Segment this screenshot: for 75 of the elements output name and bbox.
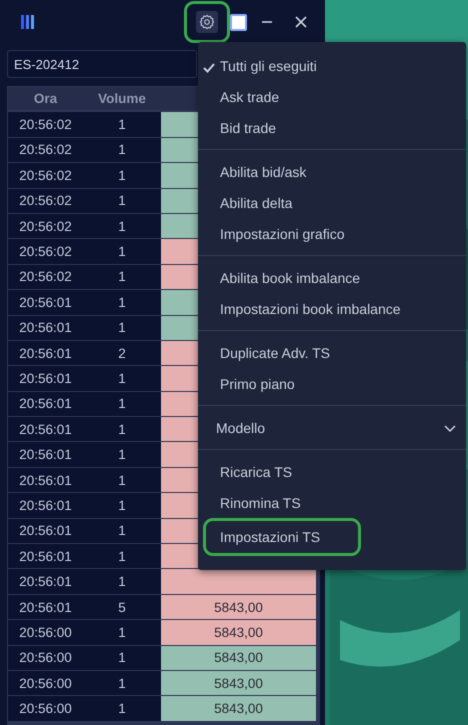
table-cell: 20:56:02 bbox=[8, 188, 83, 213]
table-cell: 1 bbox=[83, 138, 161, 162]
table-cell: 1 bbox=[83, 214, 161, 238]
table-cell: 1 bbox=[83, 518, 161, 544]
table-cell: 20:56:02 bbox=[8, 138, 83, 162]
table-cell: 1 bbox=[83, 188, 161, 213]
table-cell: 1 bbox=[83, 290, 161, 315]
menu-item[interactable]: Impostazioni book imbalance bbox=[198, 293, 466, 324]
table-cell: 20:56:01 bbox=[8, 392, 83, 416]
table-cell: 1 bbox=[83, 239, 161, 264]
menu-item[interactable]: Modello bbox=[198, 412, 466, 443]
table-cell: 1 bbox=[83, 569, 161, 594]
table-cell: 1 bbox=[83, 646, 161, 670]
table-cell: 1 bbox=[83, 316, 161, 340]
table-cell: 20:56:00 bbox=[8, 620, 83, 645]
table-cell: 20:56:02 bbox=[8, 239, 83, 264]
settings-icon bbox=[199, 14, 215, 30]
price-cell: 5843,00 bbox=[161, 594, 316, 620]
table-cell: 1 bbox=[83, 264, 161, 290]
table-cell: 20:56:01 bbox=[8, 442, 83, 467]
table-cell: 20:56:02 bbox=[8, 163, 83, 188]
table-cell: 1 bbox=[83, 366, 161, 391]
column-header: Ora bbox=[8, 87, 83, 110]
table-cell: 1 bbox=[83, 696, 161, 721]
table-cell: 20:56:00 bbox=[8, 646, 83, 670]
menu-item[interactable]: Abilita delta bbox=[198, 187, 466, 218]
square-icon[interactable] bbox=[230, 14, 247, 30]
table-cell: 1 bbox=[83, 442, 161, 467]
logo-icon bbox=[20, 15, 36, 29]
table-cell: 1 bbox=[83, 163, 161, 188]
settings-button[interactable] bbox=[196, 11, 218, 33]
table-cell: 20:56:02 bbox=[8, 214, 83, 238]
table-cell: 20:56:02 bbox=[8, 264, 83, 290]
price-cell: 5843,00 bbox=[161, 670, 316, 696]
menu-item[interactable]: Tutti gli eseguiti bbox=[198, 50, 466, 81]
price-cell: 5843,00 bbox=[161, 646, 316, 670]
table-cell: 1 bbox=[83, 493, 161, 518]
table-cell: 1 bbox=[83, 417, 161, 442]
menu-item[interactable]: Rinomina TS bbox=[198, 487, 466, 518]
menu-item[interactable]: Bid trade bbox=[198, 112, 466, 143]
table-cell: 20:56:01 bbox=[8, 569, 83, 594]
menu-item[interactable]: Abilita book imbalance bbox=[198, 262, 466, 293]
table-cell: 20:56:01 bbox=[8, 366, 83, 391]
table-cell: 20:56:01 bbox=[8, 316, 83, 340]
close-icon[interactable] bbox=[295, 16, 307, 28]
table-cell: 20:56:01 bbox=[8, 417, 83, 442]
symbol-field[interactable]: ES-202412 bbox=[7, 50, 197, 78]
menu-item[interactable]: Abilita bid/ask bbox=[198, 156, 466, 187]
menu-item[interactable]: Ask trade bbox=[198, 81, 466, 112]
table-cell: 1 bbox=[83, 112, 161, 137]
table-cell: 20:56:00 bbox=[8, 670, 83, 696]
table-cell: 20:56:01 bbox=[8, 518, 83, 544]
table-cell: 20:56:01 bbox=[8, 544, 83, 568]
table-cell: 20:56:01 bbox=[8, 340, 83, 366]
table-cell: 1 bbox=[83, 392, 161, 416]
table-cell: 5 bbox=[83, 594, 161, 620]
column-header: Volume bbox=[83, 87, 161, 110]
table-cell: 2 bbox=[83, 340, 161, 366]
table-cell: 1 bbox=[83, 544, 161, 568]
price-cell: 5843,00 bbox=[161, 696, 316, 721]
menu-item[interactable]: Ricarica TS bbox=[198, 456, 466, 487]
table-cell: 1 bbox=[83, 670, 161, 696]
menu-item[interactable]: Primo piano bbox=[198, 368, 466, 399]
table-cell: 20:56:01 bbox=[8, 594, 83, 620]
menu-item[interactable]: Impostazioni TS bbox=[203, 518, 361, 556]
table-cell: 20:56:02 bbox=[8, 112, 83, 137]
table-cell: 1 bbox=[83, 468, 161, 492]
table-cell: 20:56:01 bbox=[8, 468, 83, 492]
table-cell: 20:56:01 bbox=[8, 493, 83, 518]
menu-item[interactable]: Duplicate Adv. TS bbox=[198, 337, 466, 368]
table-cell: 1 bbox=[83, 620, 161, 645]
menu-item[interactable]: Impostazioni grafico bbox=[198, 218, 466, 249]
price-cell: 5843,00 bbox=[161, 620, 316, 645]
table-cell: 20:56:01 bbox=[8, 290, 83, 315]
table-cell: 20:56:00 bbox=[8, 696, 83, 721]
